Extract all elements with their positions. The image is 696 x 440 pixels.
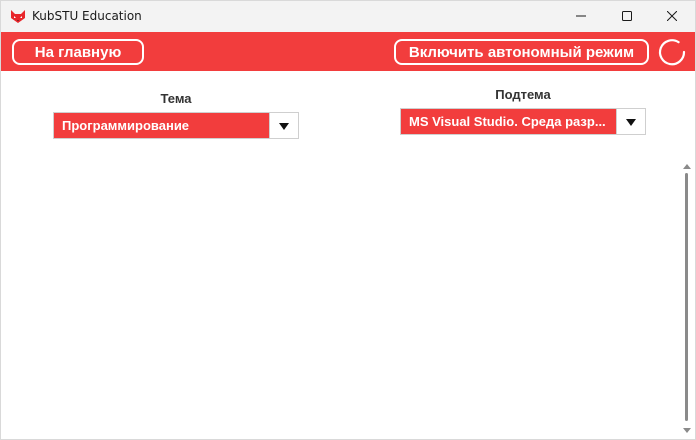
subtopic-label: Подтема bbox=[495, 87, 551, 102]
home-button[interactable]: На главную bbox=[12, 39, 144, 65]
app-window: KubSTU Education На главную Включить авт… bbox=[0, 0, 696, 440]
topic-dropdown-toggle[interactable] bbox=[269, 113, 298, 138]
vertical-scrollbar[interactable] bbox=[681, 159, 693, 435]
triangle-down-icon bbox=[279, 117, 289, 135]
topic-label: Тема bbox=[160, 91, 192, 106]
maximize-button[interactable] bbox=[604, 1, 650, 32]
refresh-button[interactable] bbox=[656, 36, 688, 68]
triangle-down-icon bbox=[626, 113, 636, 131]
minimize-icon bbox=[576, 8, 586, 26]
toolbar: На главную Включить автономный режим bbox=[1, 32, 695, 71]
offline-mode-button[interactable]: Включить автономный режим bbox=[394, 39, 649, 65]
title-bar[interactable]: KubSTU Education bbox=[1, 1, 695, 32]
window-title: KubSTU Education bbox=[32, 9, 142, 23]
subtopic-selected-value: MS Visual Studio. Среда разр... bbox=[409, 114, 606, 129]
scroll-down-button[interactable] bbox=[681, 423, 693, 435]
refresh-icon bbox=[656, 39, 688, 72]
scroll-up-button[interactable] bbox=[681, 159, 693, 171]
caret-down-icon bbox=[683, 420, 691, 438]
caret-up-icon bbox=[683, 156, 691, 174]
subtopic-dropdown[interactable]: MS Visual Studio. Среда разр... bbox=[400, 108, 646, 135]
topic-dropdown[interactable]: Программирование bbox=[53, 112, 299, 139]
close-icon bbox=[666, 8, 678, 26]
scroll-thumb[interactable] bbox=[685, 173, 688, 421]
minimize-button[interactable] bbox=[558, 1, 604, 32]
fox-logo-icon bbox=[10, 9, 26, 24]
close-button[interactable] bbox=[649, 1, 695, 32]
maximize-icon bbox=[622, 8, 632, 26]
subtopic-dropdown-toggle[interactable] bbox=[616, 109, 645, 134]
topic-selected-value: Программирование bbox=[62, 118, 190, 133]
